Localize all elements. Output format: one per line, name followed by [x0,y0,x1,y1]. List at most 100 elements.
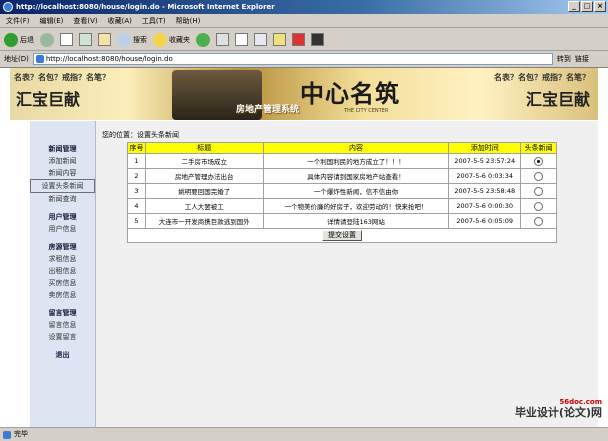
sidebar-item-news-content[interactable]: 新闻内容 [30,167,95,179]
cell-headline [520,168,557,184]
main-content: 您的位置：设置头条新闻 序号 标题 内容 添加时间 头条新闻 1 二手房市场成立… [96,121,598,427]
submit-row: 提交设置 [127,228,557,243]
forward-arrow-icon[interactable] [40,32,54,47]
menu-edit[interactable]: 编辑(E) [40,16,64,26]
window-titlebar: http://localhost:8080/house/login.do - M… [0,0,608,14]
address-input[interactable]: http://localhost:8080/house/login.do [32,53,553,65]
headline-radio[interactable] [534,216,544,226]
banner-logo: 中心名筑 [300,79,400,108]
cell-content: 具体内容请到国家房地产站查看！ [262,168,450,184]
close-button[interactable]: × [594,1,606,12]
refresh-icon[interactable] [79,33,92,46]
menu-bar: 文件(F) 编辑(E) 查看(V) 收藏(A) 工具(T) 帮助(H) [0,14,608,28]
address-label: 地址(D) [4,55,29,63]
sidebar-item-buy[interactable]: 买房信息 [30,277,95,289]
mail-icon[interactable] [216,33,229,46]
col-header-no: 序号 [127,142,146,154]
sidebar-item-user-info[interactable]: 用户信息 [30,223,95,235]
links-button[interactable]: 链接 [575,54,589,64]
sidebar-item-news-query[interactable]: 新闻查询 [30,193,95,205]
search-button[interactable]: 搜索 [117,32,147,47]
cell-no: 4 [127,198,146,214]
cell-title: 姚明要回国完婚了 [144,183,264,199]
qq-icon[interactable] [311,33,324,46]
col-header-time: 添加时间 [448,142,522,154]
sidebar-item-add-news[interactable]: 添加新闻 [30,155,95,167]
cell-no: 3 [127,183,146,199]
status-bar: 完毕 56doc.com 毕业设计(论文)网 [0,398,608,441]
maximize-button[interactable]: □ [581,1,593,12]
headline-radio[interactable] [534,186,544,196]
headline-news-table: 序号 标题 内容 添加时间 头条新闻 1 二手房市场成立 一个利国利民的地方成立… [127,142,557,243]
menu-help[interactable]: 帮助(H) [176,16,201,26]
banner-right-tagline: 名表？名包？戒指？名笔？ [494,73,590,82]
back-button[interactable]: 后退 [4,32,34,47]
address-bar: 地址(D) http://localhost:8080/house/login.… [0,52,608,66]
menu-file[interactable]: 文件(F) [6,16,30,26]
cell-content: 一个物美价廉的好房子，欢迎劳动的！快来抢吧！ [262,198,450,214]
banner-right-slogan: 汇宝巨献 [525,90,590,109]
page-viewport: 名表？名包？戒指？名笔？ 汇宝巨献 中心名筑 房地产管理系统 THE CITY … [0,67,608,427]
sidebar-group-news: 新闻管理 添加新闻 新闻内容 设置头条新闻 新闻查询 [30,143,95,205]
table-row: 3 姚明要回国完婚了 一个爆炸性新闻，信不信由你 2007-5-5 23:58:… [127,183,557,199]
banner-left-tagline: 名表？名包？戒指？名笔？ [14,73,110,82]
site-banner: 名表？名包？戒指？名笔？ 汇宝巨献 中心名筑 房地产管理系统 THE CITY … [10,68,598,120]
cell-headline [520,153,557,169]
back-arrow-icon [4,32,18,47]
sidebar-item-rent-wanted[interactable]: 求租信息 [30,253,95,265]
cell-title: 大连市一开发商携巨款逃到国外 [144,213,264,229]
window-controls: _ □ × [568,1,606,12]
submit-settings-button[interactable]: 提交设置 [322,230,362,241]
cell-no: 2 [127,168,146,184]
cell-time: 2007-5-5 23:57:24 [448,153,522,169]
sidebar-item-headline[interactable]: 设置头条新闻 [30,179,95,193]
cell-no: 5 [127,213,146,229]
table-row: 5 大连市一开发商携巨款逃到国外 详情请登陆163网站 2007-5-6 0:0… [127,213,557,229]
brand-logo: 毕业设计(论文)网 [514,406,602,419]
submit-cell: 提交设置 [127,228,557,243]
cell-headline [520,198,557,214]
headline-radio[interactable] [534,201,544,211]
cell-title: 工人大罢被工 [144,198,264,214]
cell-content: 详情请登陆163网站 [262,213,450,229]
sidebar-item-message-settings[interactable]: 设置留言 [30,331,95,343]
favorites-button[interactable]: 收藏夹 [153,32,190,47]
minimize-button[interactable]: _ [568,1,580,12]
col-header-content: 内容 [262,142,450,154]
status-text: 完毕 [14,430,28,438]
headline-radio[interactable] [534,171,544,181]
cell-content: 一个爆炸性新闻，信不信由你 [262,183,450,199]
home-icon[interactable] [98,33,111,46]
cell-title: 二手房市场成立 [144,153,264,169]
table-row: 1 二手房市场成立 一个利国利民的地方成立了！！！ 2007-5-5 23:57… [127,153,557,169]
print-icon[interactable] [235,33,248,46]
menu-tools[interactable]: 工具(T) [142,16,166,26]
sidebar-group-users: 用户管理 用户信息 [30,211,95,235]
cell-title: 房地产管理办法出台 [144,168,264,184]
media-icon[interactable] [196,32,210,47]
sidebar-item-sell[interactable]: 卖房信息 [30,289,95,301]
cell-content: 一个利国利民的地方成立了！！！ [262,153,450,169]
cell-no: 1 [127,153,146,169]
headline-radio[interactable] [534,156,544,166]
search-icon [117,32,131,47]
window-title: http://localhost:8080/house/login.do - M… [16,3,275,11]
sidebar-item-for-rent[interactable]: 出租信息 [30,265,95,277]
sidebar-item-message-info[interactable]: 留言信息 [30,319,95,331]
col-header-headline: 头条新闻 [520,142,557,154]
sidebar-nav: 新闻管理 添加新闻 新闻内容 设置头条新闻 新闻查询 用户管理 用户信息 房源管… [30,121,96,427]
menu-view[interactable]: 查看(V) [73,16,97,26]
go-button[interactable]: 转到 [557,54,571,64]
sidebar-head-housing: 房源管理 [48,243,77,251]
edit-icon[interactable] [254,33,267,46]
folder-icon[interactable] [273,33,286,46]
table-row: 4 工人大罢被工 一个物美价廉的好房子，欢迎劳动的！快来抢吧！ 2007-5-6… [127,198,557,214]
sidebar-group-logout: 退出 [30,349,95,361]
menu-favorites[interactable]: 收藏(A) [108,16,132,26]
col-header-title: 标题 [144,142,264,154]
logout-link[interactable]: 退出 [30,349,95,361]
flashget-icon[interactable] [292,33,305,46]
stop-icon[interactable] [60,33,73,46]
banner-left-slogan: 汇宝巨献 [16,90,81,109]
sidebar-group-housing: 房源管理 求租信息 出租信息 买房信息 卖房信息 [30,241,95,301]
